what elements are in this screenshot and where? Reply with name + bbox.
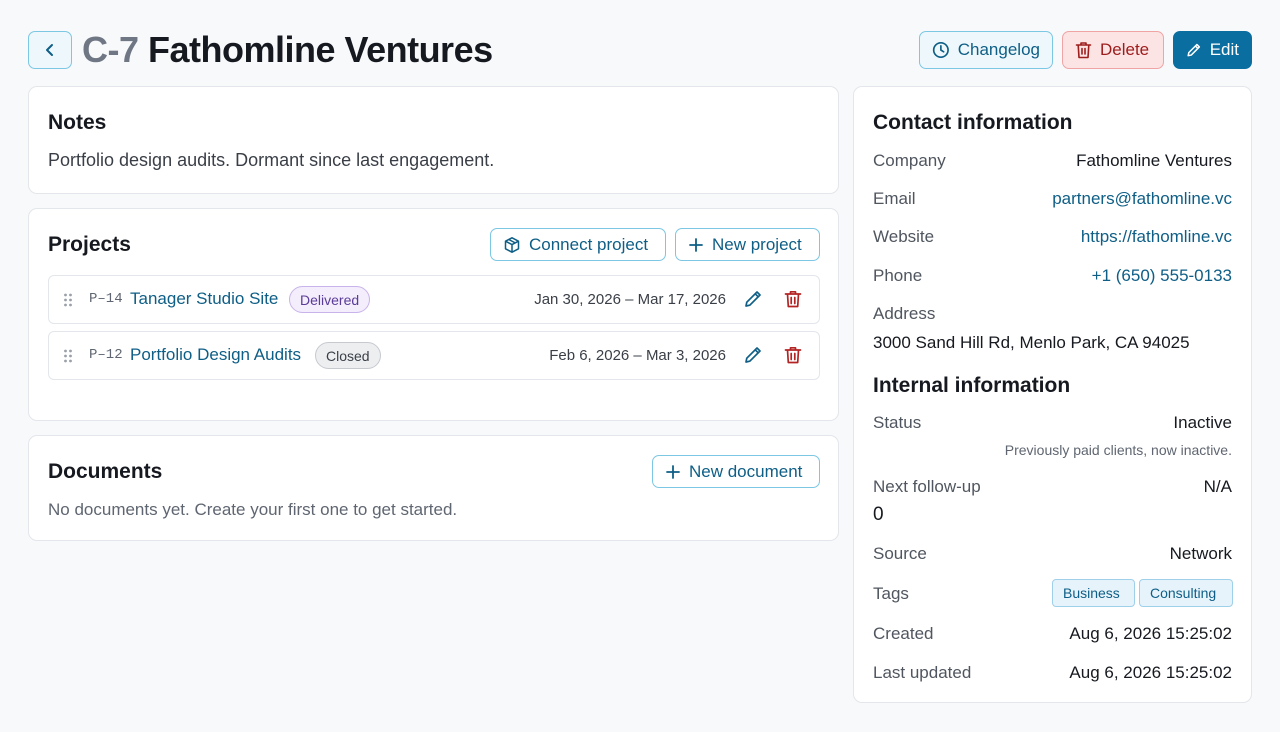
company-label: Company <box>873 151 946 170</box>
changelog-button[interactable]: Changelog <box>919 31 1053 69</box>
address-label: Address <box>873 304 936 323</box>
email-link[interactable]: partners@fathomline.vc <box>1052 189 1232 209</box>
connect-project-label: Connect project <box>529 234 649 254</box>
followup-label: Next follow-up <box>873 477 981 496</box>
changelog-label: Changelog <box>957 40 1040 59</box>
page-title: C-7 Fathomline Ventures <box>82 28 493 72</box>
tag-consulting[interactable]: Consulting <box>1139 579 1233 607</box>
status-note: Previously paid clients, now inactive. <box>1004 442 1232 458</box>
project-dates: Feb 6, 2026 – Mar 3, 2026 <box>549 347 726 364</box>
address-value: 3000 Sand Hill Rd, Menlo Park, CA 94025 <box>873 333 1190 352</box>
new-project-button[interactable]: New project <box>675 228 820 261</box>
internal-title: Internal information <box>873 374 1071 397</box>
clock-icon <box>932 41 949 59</box>
client-detail-page: C-7 Fathomline Ventures Changelog Delete… <box>0 0 1280 732</box>
connect-project-button[interactable]: Connect project <box>490 228 666 261</box>
box-icon <box>504 236 520 253</box>
notes-title: Notes <box>48 111 107 134</box>
drag-handle-icon[interactable] <box>63 292 73 308</box>
pencil-icon[interactable] <box>743 289 763 309</box>
notes-card: Notes Portfolio design audits. Dormant s… <box>28 86 839 194</box>
notes-text: Portfolio design audits. Dormant since l… <box>48 150 495 170</box>
client-code: C-7 <box>82 29 139 70</box>
project-row: P–14 Tanager Studio Site Delivered Jan 3… <box>48 275 820 324</box>
plus-icon <box>666 464 680 479</box>
company-value: Fathomline Ventures <box>1076 151 1232 170</box>
source-label: Source <box>873 544 927 563</box>
website-label: Website <box>873 227 935 246</box>
status-badge: Delivered <box>289 286 371 313</box>
delete-button[interactable]: Delete <box>1062 31 1164 69</box>
drag-handle-icon[interactable] <box>63 348 73 364</box>
followup-value: N/A <box>1203 477 1232 496</box>
phone-label: Phone <box>873 266 923 285</box>
updated-value: Aug 6, 2026 15:25:02 <box>1069 663 1232 682</box>
project-dates: Jan 30, 2026 – Mar 17, 2026 <box>534 291 726 308</box>
pencil-icon <box>1187 43 1201 57</box>
email-label: Email <box>873 189 916 208</box>
info-card: Contact information Company Fathomline V… <box>853 86 1252 703</box>
new-document-button[interactable]: New document <box>652 455 820 488</box>
plus-icon <box>689 237 703 252</box>
project-row: P–12 Portfolio Design Audits Closed Feb … <box>48 331 820 380</box>
created-value: Aug 6, 2026 15:25:02 <box>1069 624 1232 643</box>
website-link[interactable]: https://fathomline.vc <box>1081 227 1232 247</box>
new-project-label: New project <box>712 234 802 254</box>
edit-label: Edit <box>1209 40 1239 59</box>
project-name-link[interactable]: Portfolio Design Audits <box>130 345 301 365</box>
status-badge: Closed <box>315 342 381 369</box>
tag-business[interactable]: Business <box>1052 579 1135 607</box>
documents-title: Documents <box>48 460 163 483</box>
created-label: Created <box>873 624 934 643</box>
edit-button[interactable]: Edit <box>1173 31 1252 69</box>
documents-empty-text: No documents yet. Create your first one … <box>48 500 458 519</box>
trash-icon[interactable] <box>783 345 803 365</box>
updated-label: Last updated <box>873 663 972 682</box>
project-name-link[interactable]: Tanager Studio Site <box>130 289 278 309</box>
tags-label: Tags <box>873 584 909 603</box>
followup-extra-value: 0 <box>873 504 884 525</box>
phone-link[interactable]: +1 (650) 555-0133 <box>1092 266 1232 286</box>
pencil-icon[interactable] <box>743 345 763 365</box>
contact-title: Contact information <box>873 111 1073 134</box>
back-button[interactable] <box>28 31 72 69</box>
trash-icon <box>1075 42 1092 59</box>
client-name: Fathomline Ventures <box>148 29 493 70</box>
projects-card: Projects Connect project New project P–1… <box>28 208 839 421</box>
new-document-label: New document <box>689 461 803 481</box>
trash-icon[interactable] <box>783 289 803 309</box>
projects-title: Projects <box>48 233 131 256</box>
delete-label: Delete <box>1100 40 1150 59</box>
chevron-left-icon <box>46 44 53 56</box>
project-code: P–12 <box>89 347 123 363</box>
status-label: Status <box>873 413 922 432</box>
status-value: Inactive <box>1173 413 1232 432</box>
source-value: Network <box>1169 544 1232 563</box>
project-code: P–14 <box>89 291 123 307</box>
documents-card: Documents New document No documents yet.… <box>28 435 839 541</box>
